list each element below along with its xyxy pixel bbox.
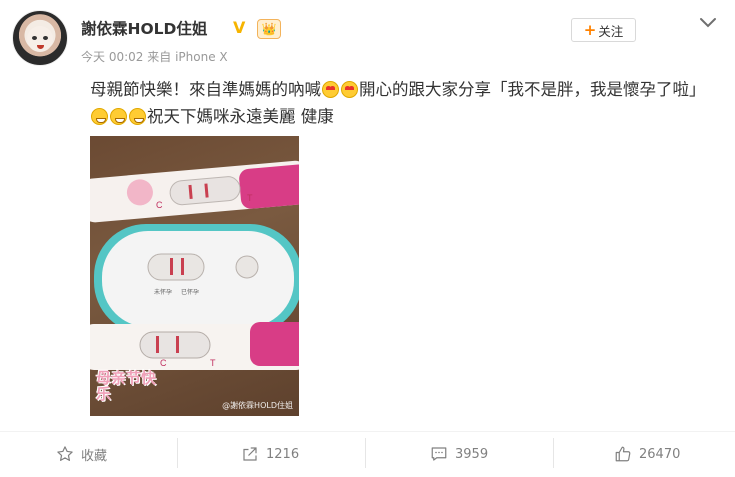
verified-badge-icon[interactable]: V [233, 20, 249, 36]
test-label-t-bottom: T [210, 358, 216, 368]
plus-icon: + [583, 20, 597, 39]
comment-button[interactable]: 3959 [430, 444, 488, 464]
post-text-segment: 祝天下媽咪永遠美麗 健康 [147, 107, 334, 126]
post-meta: 今天 00:02 来自 iPhone X [81, 48, 228, 65]
post-time[interactable]: 今天 00:02 [81, 50, 143, 64]
vip-crown-icon[interactable]: 👑 [257, 19, 281, 39]
chevron-down-icon[interactable] [698, 15, 718, 31]
follow-button-label: 关注 [598, 23, 624, 39]
share-count: 1216 [266, 446, 300, 462]
avatar[interactable] [12, 10, 68, 66]
like-button[interactable]: 26470 [614, 444, 680, 464]
action-separator [177, 438, 178, 468]
comment-count: 3959 [455, 446, 489, 462]
crown-badge-glyph: 👑 [261, 22, 277, 36]
mothers-day-overlay: 母亲节快乐 [96, 369, 157, 403]
test-label-c-bottom: C [160, 358, 167, 368]
test-label-pregnant: 已怀孕 [181, 288, 199, 296]
source-prefix: 来自 [147, 50, 172, 64]
grin-emoji-icon [110, 108, 127, 125]
test-label-t-top: T [247, 193, 253, 203]
star-icon [57, 446, 73, 461]
share-button[interactable]: 1216 [241, 444, 299, 464]
test-label-c-top: C [156, 200, 163, 210]
share-icon [243, 447, 257, 461]
avatar-eye-right [43, 36, 48, 40]
post-text: 母親節快樂！來自準媽媽的吶喊 開心的跟大家分享「我不是胖，我是懷孕了啦」祝天下媽咪… [90, 76, 708, 130]
follow-button[interactable]: + 关注 [571, 18, 636, 42]
comment-icon [431, 447, 447, 461]
heart-eyes-emoji-icon [341, 81, 358, 98]
action-bar-divider [0, 431, 735, 432]
action-separator [553, 438, 554, 468]
post-text-segment: 母親節快樂！來自準媽媽的吶喊 [90, 80, 321, 99]
grin-emoji-icon [129, 108, 146, 125]
favorite-button[interactable]: 收藏 [56, 444, 107, 464]
photo-watermark: @謝依霖HOLD住姐 [222, 401, 293, 410]
favorite-label: 收藏 [81, 448, 108, 464]
test-label-not-pregnant: 未怀孕 [154, 288, 172, 296]
post-text-segment: 開心的跟大家分享「我不是胖，我是懷孕了啦」 [359, 80, 706, 99]
post-source: iPhone X [175, 50, 228, 64]
post-photo[interactable]: C T 未怀孕 已怀孕 C T 母亲节快乐 @謝依霖HOLD住姐 [90, 136, 299, 416]
heart-eyes-emoji-icon [322, 81, 339, 98]
grin-emoji-icon [91, 108, 108, 125]
action-separator [365, 438, 366, 468]
like-count: 26470 [639, 446, 681, 462]
avatar-eye-left [32, 36, 37, 40]
username[interactable]: 謝依霖HOLD住姐 [81, 17, 207, 39]
thumbs-up-icon [615, 446, 631, 462]
